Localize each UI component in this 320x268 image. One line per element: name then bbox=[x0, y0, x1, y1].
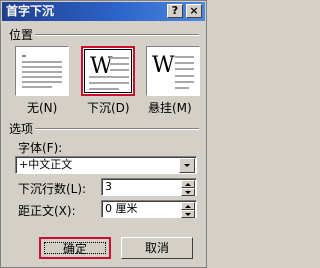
preview-line bbox=[175, 87, 189, 89]
none-preview-marker bbox=[22, 55, 26, 57]
dropcap-none-option[interactable] bbox=[15, 46, 69, 96]
font-value: +中文正文 bbox=[19, 158, 73, 171]
spin-up-icon[interactable] bbox=[181, 180, 195, 188]
dropped-preview-letter: W bbox=[90, 54, 113, 79]
preview-line bbox=[22, 61, 62, 63]
preview-line bbox=[175, 75, 194, 77]
margin-preview-letter: W bbox=[152, 53, 175, 78]
preview-line bbox=[89, 88, 119, 90]
preview-line bbox=[22, 81, 62, 83]
lines-to-drop-label: 下沉行数(L): bbox=[18, 182, 87, 196]
help-button[interactable]: ? bbox=[167, 4, 183, 18]
preview-line bbox=[110, 69, 129, 71]
position-divider bbox=[35, 34, 199, 36]
dropcap-dropped-label[interactable]: 下沉(D) bbox=[87, 99, 130, 116]
spin-down-icon[interactable] bbox=[181, 188, 195, 196]
lines-to-drop-spinner[interactable]: 3 bbox=[101, 178, 197, 196]
preview-line bbox=[175, 62, 194, 64]
preview-line bbox=[175, 81, 194, 83]
distance-from-text-spinner[interactable]: 0 厘米 bbox=[101, 200, 197, 218]
options-section-label: 选项 bbox=[9, 122, 34, 136]
dropcap-none-label[interactable]: 无(N) bbox=[27, 99, 57, 116]
preview-line bbox=[22, 66, 62, 68]
cancel-button-label: 取消 bbox=[144, 241, 169, 255]
dropcap-margin-option[interactable]: W bbox=[146, 46, 200, 96]
title-bar[interactable]: 首字下沉 ? × bbox=[2, 2, 205, 21]
preview-line bbox=[89, 82, 129, 84]
font-combobox[interactable]: +中文正文 bbox=[15, 156, 197, 174]
options-divider bbox=[35, 128, 199, 130]
close-icon: × bbox=[189, 4, 199, 17]
dialog-title: 首字下沉 bbox=[6, 4, 55, 18]
preview-line bbox=[22, 86, 52, 88]
preview-line bbox=[175, 68, 194, 70]
distance-from-text-label: 距正文(X): bbox=[18, 204, 76, 218]
close-button[interactable]: × bbox=[186, 4, 202, 18]
lines-to-drop-value: 3 bbox=[105, 180, 112, 193]
preview-line bbox=[110, 63, 129, 65]
drop-cap-dialog: 首字下沉 ? × 位置 无(N) W 下沉(D) W 悬挂(M) 选项 字体(F… bbox=[0, 0, 207, 268]
font-label: 字体(F): bbox=[18, 141, 63, 155]
help-icon: ? bbox=[171, 4, 179, 17]
cancel-button[interactable]: 取消 bbox=[121, 237, 193, 259]
preview-line bbox=[175, 56, 194, 58]
preview-line bbox=[110, 57, 129, 59]
preview-line bbox=[22, 71, 62, 73]
chevron-down-icon[interactable] bbox=[179, 158, 195, 173]
dropcap-margin-label[interactable]: 悬挂(M) bbox=[148, 99, 192, 116]
ok-button-label: 确定 bbox=[62, 242, 87, 256]
preview-line bbox=[22, 76, 62, 78]
spin-up-icon[interactable] bbox=[181, 202, 195, 210]
distance-from-text-value: 0 厘米 bbox=[105, 202, 138, 215]
spin-down-icon[interactable] bbox=[181, 210, 195, 218]
position-section-label: 位置 bbox=[9, 28, 34, 42]
ok-button[interactable]: 确定 bbox=[39, 237, 111, 259]
preview-line bbox=[89, 76, 129, 78]
dropcap-dropped-option[interactable]: W bbox=[81, 46, 135, 96]
